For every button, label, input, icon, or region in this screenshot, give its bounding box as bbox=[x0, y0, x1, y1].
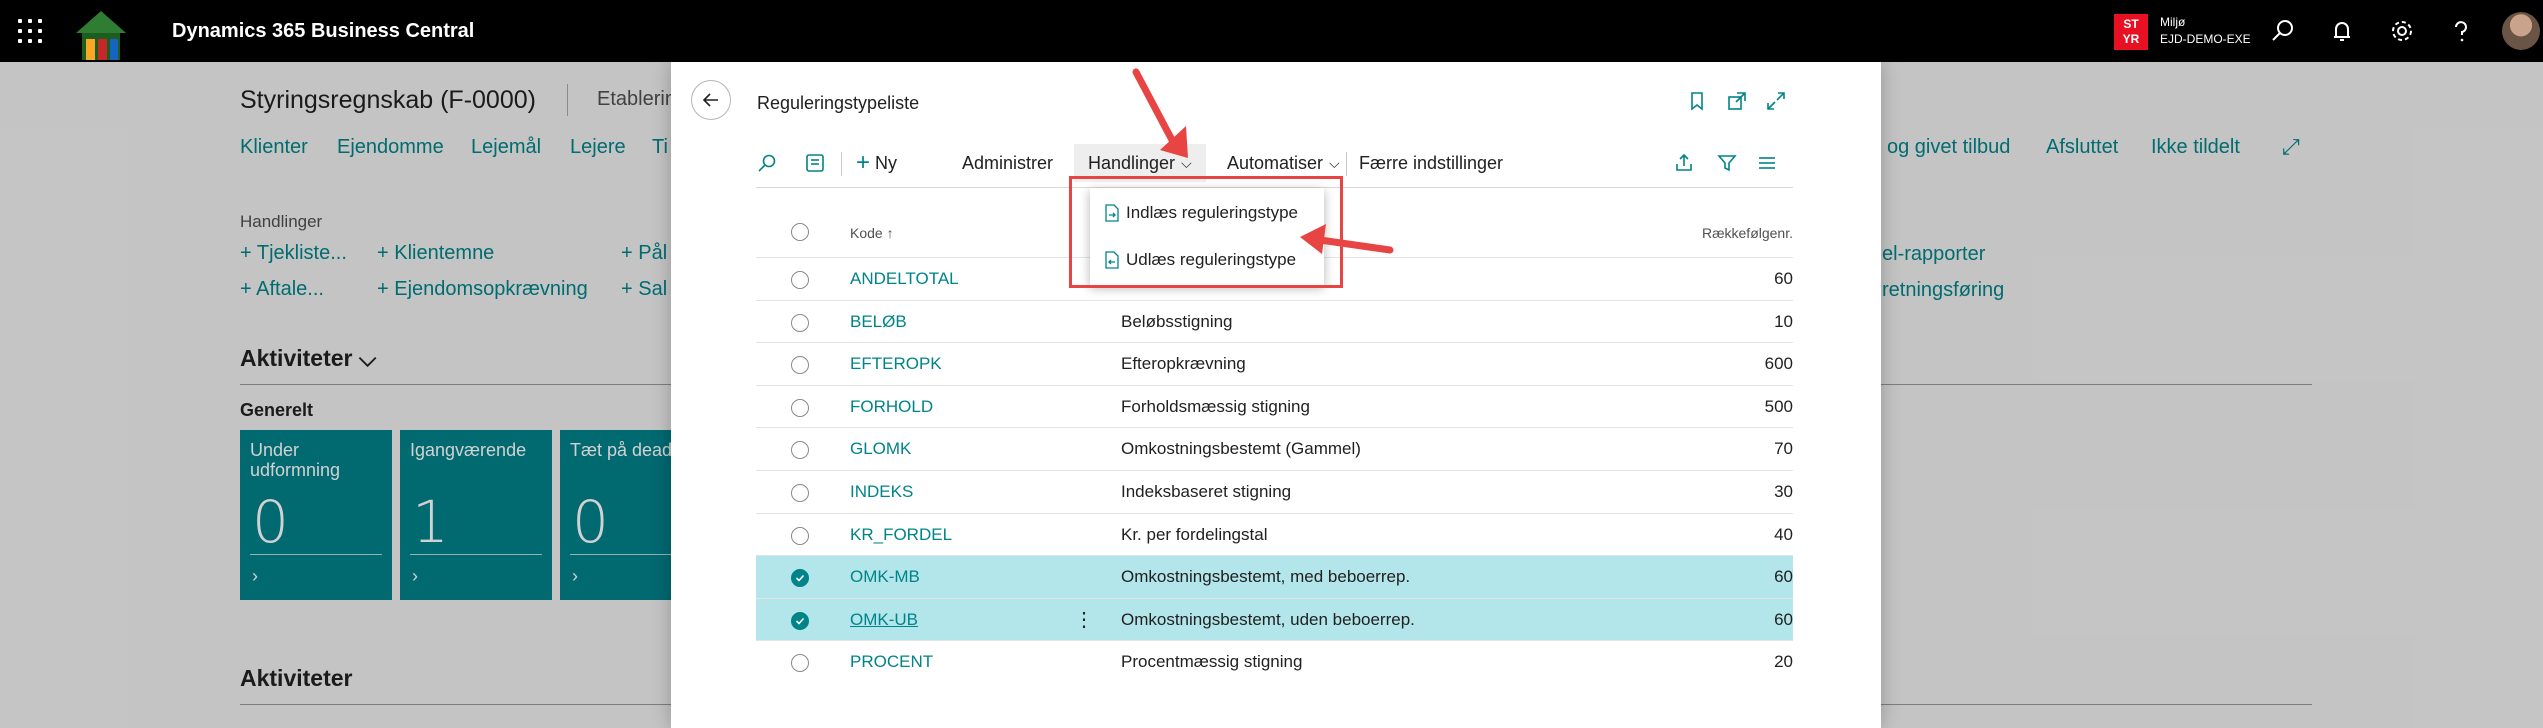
gear-icon[interactable] bbox=[2387, 16, 2417, 46]
bell-icon[interactable] bbox=[2327, 16, 2357, 46]
row-description[interactable]: Forholdsmæssig stigning bbox=[1121, 397, 1310, 417]
row-order-number[interactable]: 20 bbox=[1693, 652, 1793, 672]
row-select-checkbox[interactable] bbox=[791, 569, 809, 588]
environment-info[interactable]: Miljø EJD-DEMO-EXE bbox=[2160, 14, 2251, 48]
table-row[interactable]: OMK-UB ⋮ Omkostningsbestemt, uden beboerre… bbox=[756, 597, 1793, 641]
environment-label: Miljø bbox=[2160, 15, 2186, 29]
filter-icon[interactable] bbox=[1716, 152, 1738, 174]
row-code[interactable]: OMK-UB bbox=[850, 610, 918, 630]
table-row[interactable]: KR_FORDEL Kr. per fordelingstal 40 bbox=[756, 512, 1793, 556]
row-select-checkbox[interactable] bbox=[791, 611, 809, 630]
row-order-number[interactable]: 10 bbox=[1693, 312, 1793, 332]
row-order-number[interactable]: 70 bbox=[1693, 439, 1793, 459]
row-order-number[interactable]: 60 bbox=[1693, 269, 1793, 289]
row-order-number[interactable]: 40 bbox=[1693, 525, 1793, 545]
row-description[interactable]: Indeksbaseret stigning bbox=[1121, 482, 1291, 502]
toolbar-divider bbox=[841, 152, 842, 176]
row-order-number[interactable]: 60 bbox=[1693, 610, 1793, 630]
row-order-number[interactable]: 60 bbox=[1693, 567, 1793, 587]
table-row[interactable]: GLOMK Omkostningsbestemt (Gammel) 70 bbox=[756, 427, 1793, 470]
row-order-number[interactable]: 30 bbox=[1693, 482, 1793, 502]
app-title[interactable]: Dynamics 365 Business Central bbox=[172, 20, 474, 43]
app-launcher-icon[interactable] bbox=[18, 19, 42, 43]
row-select-checkbox[interactable] bbox=[791, 313, 809, 332]
table-row[interactable]: FORHOLD Forholdsmæssig stigning 500 bbox=[756, 384, 1793, 428]
table-row[interactable]: EFTEROPK Efteropkrævning 600 bbox=[756, 342, 1793, 385]
fewer-options-button[interactable]: Færre indstillinger bbox=[1359, 144, 1503, 182]
row-code[interactable]: PROCENT bbox=[850, 652, 933, 672]
manage-button[interactable]: Administrer bbox=[962, 144, 1053, 182]
row-select-checkbox[interactable] bbox=[791, 398, 809, 417]
regulation-type-list-dialog: Reguleringstypeliste + Ny Administrer Han… bbox=[671, 62, 1881, 728]
column-header-order[interactable]: Rækkefølgenr. bbox=[1702, 225, 1793, 241]
list-view-icon[interactable] bbox=[1756, 152, 1778, 174]
edit-list-icon[interactable] bbox=[804, 152, 826, 174]
select-all-checkbox[interactable] bbox=[791, 223, 809, 241]
house-logo-icon bbox=[76, 11, 126, 60]
search-icon[interactable] bbox=[2268, 16, 2298, 46]
row-order-number[interactable]: 500 bbox=[1693, 397, 1793, 417]
row-more-options-icon[interactable]: ⋮ bbox=[1074, 607, 1094, 632]
row-code[interactable]: ANDELTOTAL bbox=[850, 269, 959, 289]
row-order-number[interactable]: 600 bbox=[1693, 354, 1793, 374]
environment-name: EJD-DEMO-EXE bbox=[2160, 32, 2251, 46]
row-code[interactable]: GLOMK bbox=[850, 439, 911, 459]
bookmark-icon[interactable] bbox=[1686, 90, 1708, 112]
row-select-checkbox[interactable] bbox=[791, 441, 809, 460]
row-description[interactable]: Procentmæssig stigning bbox=[1121, 652, 1302, 672]
row-select-checkbox[interactable] bbox=[791, 483, 809, 502]
arrow-left-icon bbox=[702, 93, 718, 107]
table-row[interactable]: OMK-MB Omkostningsbestemt, med beboerrep.… bbox=[756, 555, 1793, 598]
user-avatar[interactable] bbox=[2502, 12, 2540, 50]
row-code[interactable]: EFTEROPK bbox=[850, 354, 942, 374]
row-code[interactable]: INDEKS bbox=[850, 482, 913, 502]
table-row[interactable]: BELØB Beløbsstigning 10 bbox=[756, 299, 1793, 343]
open-new-window-icon[interactable] bbox=[1726, 90, 1748, 112]
new-button[interactable]: + Ny bbox=[856, 144, 897, 182]
row-description[interactable]: Efteropkrævning bbox=[1121, 354, 1246, 374]
row-code[interactable]: KR_FORDEL bbox=[850, 525, 952, 545]
row-description[interactable]: Omkostningsbestemt (Gammel) bbox=[1121, 439, 1361, 459]
expand-icon[interactable] bbox=[1765, 90, 1787, 112]
help-icon[interactable] bbox=[2446, 16, 2476, 46]
row-select-checkbox[interactable] bbox=[791, 654, 809, 673]
share-icon[interactable] bbox=[1673, 152, 1695, 174]
row-code[interactable]: BELØB bbox=[850, 312, 907, 332]
row-description[interactable]: Omkostningsbestemt, med beboerrep. bbox=[1121, 567, 1410, 587]
environment-badge: ST YR bbox=[2114, 14, 2148, 50]
column-header-code[interactable]: Kode ↑ bbox=[850, 225, 894, 241]
row-select-checkbox[interactable] bbox=[791, 526, 809, 545]
annotation-highlight-box bbox=[1069, 176, 1343, 288]
table-body: ANDELTOTALAndel total60BELØBBeløbsstigni… bbox=[756, 257, 1793, 683]
top-bar: Dynamics 365 Business Central ST YR Milj… bbox=[0, 0, 2543, 62]
chevron-down-icon: ⌵ bbox=[1329, 154, 1340, 171]
table-row[interactable]: INDEKS Indeksbaseret stigning 30 bbox=[756, 469, 1793, 513]
row-select-checkbox[interactable] bbox=[791, 356, 809, 375]
back-button[interactable] bbox=[691, 80, 731, 120]
toolbar-divider bbox=[1346, 152, 1347, 176]
row-description[interactable]: Kr. per fordelingstal bbox=[1121, 525, 1267, 545]
search-icon[interactable] bbox=[756, 152, 778, 174]
row-description[interactable]: Omkostningsbestemt, uden beboerrep. bbox=[1121, 610, 1415, 630]
row-code[interactable]: FORHOLD bbox=[850, 397, 933, 417]
row-description[interactable]: Beløbsstigning bbox=[1121, 312, 1233, 332]
chevron-down-icon: ⌵ bbox=[1181, 154, 1192, 171]
table-row[interactable]: PROCENT Procentmæssig stigning 20 bbox=[756, 640, 1793, 683]
row-select-checkbox[interactable] bbox=[791, 271, 809, 289]
dialog-title: Reguleringstypeliste bbox=[757, 93, 920, 113]
row-code[interactable]: OMK-MB bbox=[850, 567, 920, 587]
